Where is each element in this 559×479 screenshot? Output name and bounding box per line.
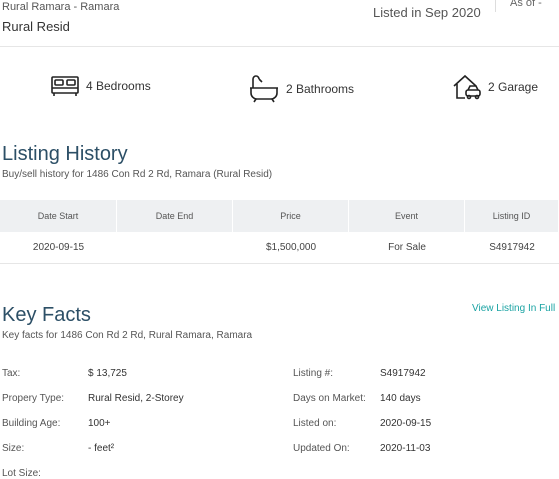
feature-bedrooms: 4 Bedrooms <box>50 74 151 98</box>
fact-label-updated-on: Updated On: <box>293 443 350 454</box>
cell-price: $1,500,000 <box>265 242 317 253</box>
fact-label-building-age: Building Age: <box>2 418 61 429</box>
fact-label-property-type: Propery Type: <box>2 393 65 404</box>
fact-value-listed-on: 2020-09-15 <box>380 418 432 429</box>
key-facts-title: Key Facts <box>2 304 91 326</box>
listing-history-subtitle: Buy/sell history for 1486 Con Rd 2 Rd, R… <box>2 169 273 180</box>
table-row[interactable]: 2020-09-15 $1,500,000 For Sale S4917942 <box>0 232 559 264</box>
column-header-date-start[interactable]: Date Start <box>0 200 117 232</box>
listed-date: Listed in Sep 2020 <box>373 5 481 20</box>
cell-date-start: 2020-09-15 <box>32 242 85 253</box>
fact-value-updated-on: 2020-11-03 <box>380 443 431 454</box>
fact-value-property-type: Rural Resid, 2-Storey <box>88 393 184 404</box>
bathrooms-label: 2 Bathrooms <box>286 82 355 96</box>
fact-label-lot-size: Lot Size: <box>2 468 41 479</box>
property-type: Rural Resid <box>2 19 70 34</box>
cell-date-end <box>117 232 233 263</box>
bathtub-icon <box>248 74 280 104</box>
header-separator <box>0 46 559 47</box>
fact-label-size: Size: <box>2 443 25 454</box>
view-listing-link[interactable]: View Listing In Full <box>472 303 555 314</box>
garage-icon <box>452 74 482 100</box>
garage-label: 2 Garage <box>488 80 539 94</box>
fact-value-building-age: 100+ <box>88 418 111 429</box>
listing-history-table: Date Start Date End Price Event Listing … <box>0 200 559 264</box>
table-header-row: Date Start Date End Price Event Listing … <box>0 200 559 232</box>
listing-history-title: Listing History <box>2 143 128 165</box>
feature-garage: 2 Garage <box>452 74 538 100</box>
bedrooms-label: 4 Bedrooms <box>86 79 151 93</box>
area-name: Rural Ramara - Ramara <box>2 1 120 13</box>
fact-label-days-on-market: Days on Market: <box>293 393 366 404</box>
header-divider <box>495 0 496 12</box>
column-header-date-end[interactable]: Date End <box>117 200 233 232</box>
key-facts-subtitle: Key facts for 1486 Con Rd 2 Rd, Rural Ra… <box>2 330 253 341</box>
cell-listing-id: S4917942 <box>489 242 535 253</box>
fact-label-listed-on: Listed on: <box>293 418 337 429</box>
fact-value-tax: $ 13,725 <box>88 368 127 379</box>
column-header-listing-id[interactable]: Listing ID <box>465 200 559 232</box>
fact-value-size: - feet² <box>88 443 115 454</box>
as-of-label: As of - <box>510 0 542 9</box>
column-header-event[interactable]: Event <box>349 200 465 232</box>
listing-header: Rural Ramara - Ramara Rural Resid <box>2 0 119 34</box>
fact-value-listing-number: S4917942 <box>380 368 426 379</box>
bed-icon <box>50 74 80 98</box>
fact-value-days-on-market: 140 days <box>380 393 421 404</box>
fact-label-tax: Tax: <box>2 368 21 379</box>
column-header-price[interactable]: Price <box>233 200 349 232</box>
cell-event: For Sale <box>388 242 426 253</box>
fact-label-listing-number: Listing #: <box>293 368 334 379</box>
feature-bathrooms: 2 Bathrooms <box>248 74 354 104</box>
